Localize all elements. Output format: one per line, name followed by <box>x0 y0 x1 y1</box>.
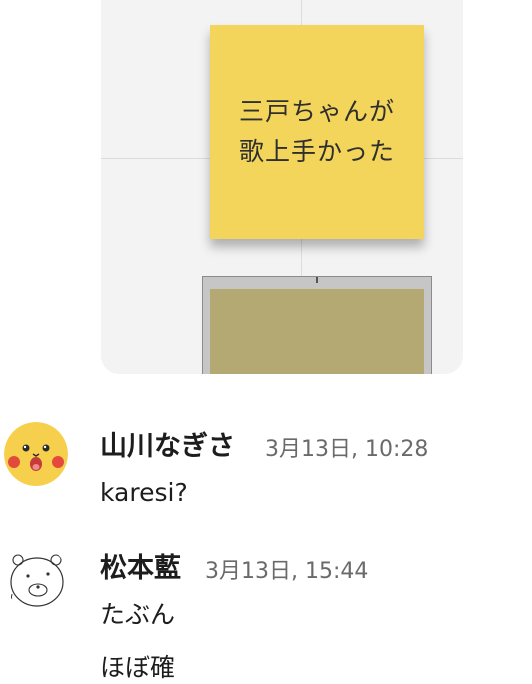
frame-shape <box>202 276 432 374</box>
frame-notch <box>316 277 318 283</box>
shared-whiteboard-image[interactable]: 三戸ちゃんが 歌上手かった <box>101 0 463 374</box>
bear-sketch-avatar-icon <box>4 546 68 610</box>
frame-fill <box>210 289 424 374</box>
avatar[interactable] <box>4 546 68 610</box>
message-author[interactable]: 山川なぎさ <box>100 424 235 463</box>
message-text: karesi? <box>100 478 188 507</box>
message-text: ほぼ確 <box>100 653 176 682</box>
pikachu-avatar-icon <box>4 422 68 486</box>
avatar[interactable] <box>4 422 68 486</box>
message-timestamp[interactable]: 3月13日, 15:44 <box>205 553 368 585</box>
message-text: たぶん <box>100 600 176 629</box>
message-timestamp[interactable]: 3月13日, 10:28 <box>265 431 428 463</box>
sticky-note: 三戸ちゃんが 歌上手かった <box>210 25 424 239</box>
message-author[interactable]: 松本藍 <box>100 546 181 585</box>
sticky-note-line-2: 歌上手かった <box>238 137 395 166</box>
sticky-note-line-1: 三戸ちゃんが <box>238 97 395 126</box>
